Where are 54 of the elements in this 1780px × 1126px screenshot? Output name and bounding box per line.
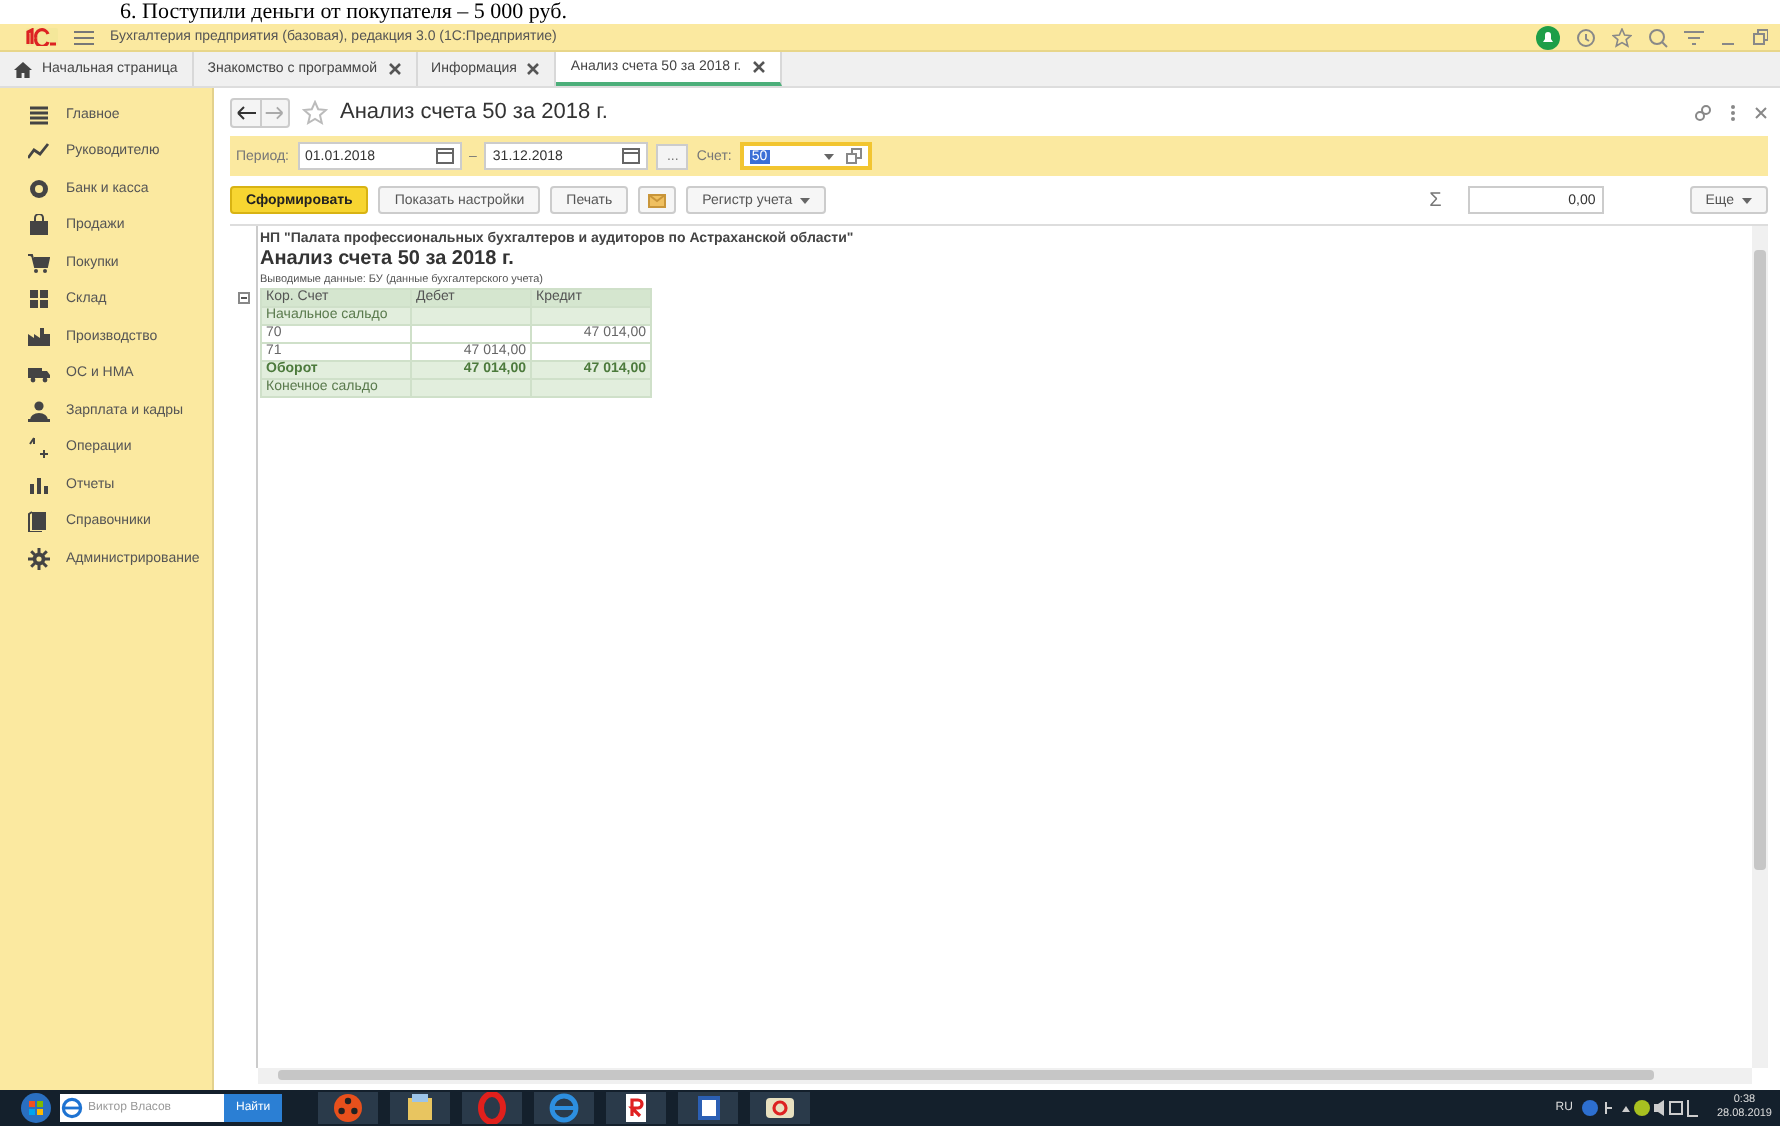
horizontal-scrollbar[interactable]: [258, 1068, 1752, 1084]
menu-icon[interactable]: [74, 29, 94, 45]
grid-icon: [28, 288, 50, 311]
dropdown-icon: [1742, 197, 1752, 203]
restore-icon[interactable]: [1752, 27, 1768, 47]
bell-icon[interactable]: [1536, 25, 1560, 49]
calendar-icon[interactable]: [622, 148, 641, 164]
close-icon[interactable]: [387, 62, 402, 76]
tray-icons-drawing[interactable]: [1580, 1098, 1701, 1118]
bag-icon: [28, 214, 50, 237]
start-orb-icon[interactable]: [20, 1092, 52, 1124]
bar-chart-icon: [28, 473, 50, 496]
document-icon[interactable]: [692, 1092, 725, 1124]
scrollbar-thumb[interactable]: [1754, 250, 1766, 870]
envelope-icon: [648, 193, 667, 207]
search-icon[interactable]: [1648, 27, 1668, 47]
report-title: Анализ счета 50 за 2018 г.: [260, 248, 516, 270]
film-reel-icon[interactable]: [332, 1092, 365, 1124]
scrollbar-thumb[interactable]: [278, 1070, 1655, 1080]
cart-icon: [28, 251, 50, 274]
ring-icon[interactable]: [476, 1092, 509, 1124]
collapse-icon[interactable]: [237, 292, 249, 304]
sum-sign: Σ: [1429, 189, 1442, 211]
form-title: Анализ счета 50 за 2018 г.: [340, 100, 608, 124]
home-icon: [14, 61, 32, 77]
dropdown-icon[interactable]: [823, 153, 834, 159]
list-icon: [28, 103, 50, 126]
calendar-icon[interactable]: [435, 148, 453, 164]
factory-icon: [28, 325, 50, 348]
operations-icon: [28, 436, 50, 459]
truck-icon: [28, 362, 50, 385]
browser-icon: [60, 1094, 84, 1122]
folder-icon[interactable]: [404, 1092, 437, 1124]
star-icon[interactable]: [302, 99, 328, 125]
browser-e-icon[interactable]: [548, 1092, 581, 1124]
document-text: 6. Поступили деньги от покупателя – 5 000 руб.: [118, 0, 569, 24]
star-icon[interactable]: [1612, 27, 1632, 47]
close-icon[interactable]: [526, 62, 541, 76]
coin-icon: [28, 177, 50, 200]
more-icon[interactable]: [1730, 103, 1736, 121]
chart-line-icon: [28, 140, 50, 163]
email-button[interactable]: [638, 186, 677, 214]
person-icon: [28, 399, 50, 422]
close-icon[interactable]: [1754, 105, 1768, 119]
filter-icon[interactable]: [1684, 27, 1704, 47]
book-icon: [28, 510, 50, 533]
link-icon[interactable]: [1694, 103, 1712, 121]
open-icon[interactable]: [845, 148, 862, 164]
app-logo-icon[interactable]: [764, 1092, 797, 1124]
history-icon[interactable]: [1576, 27, 1596, 47]
close-icon[interactable]: [751, 60, 766, 74]
gear-icon: [28, 547, 50, 570]
vertical-scrollbar[interactable]: [1752, 226, 1768, 1068]
dropdown-icon: [800, 197, 811, 203]
